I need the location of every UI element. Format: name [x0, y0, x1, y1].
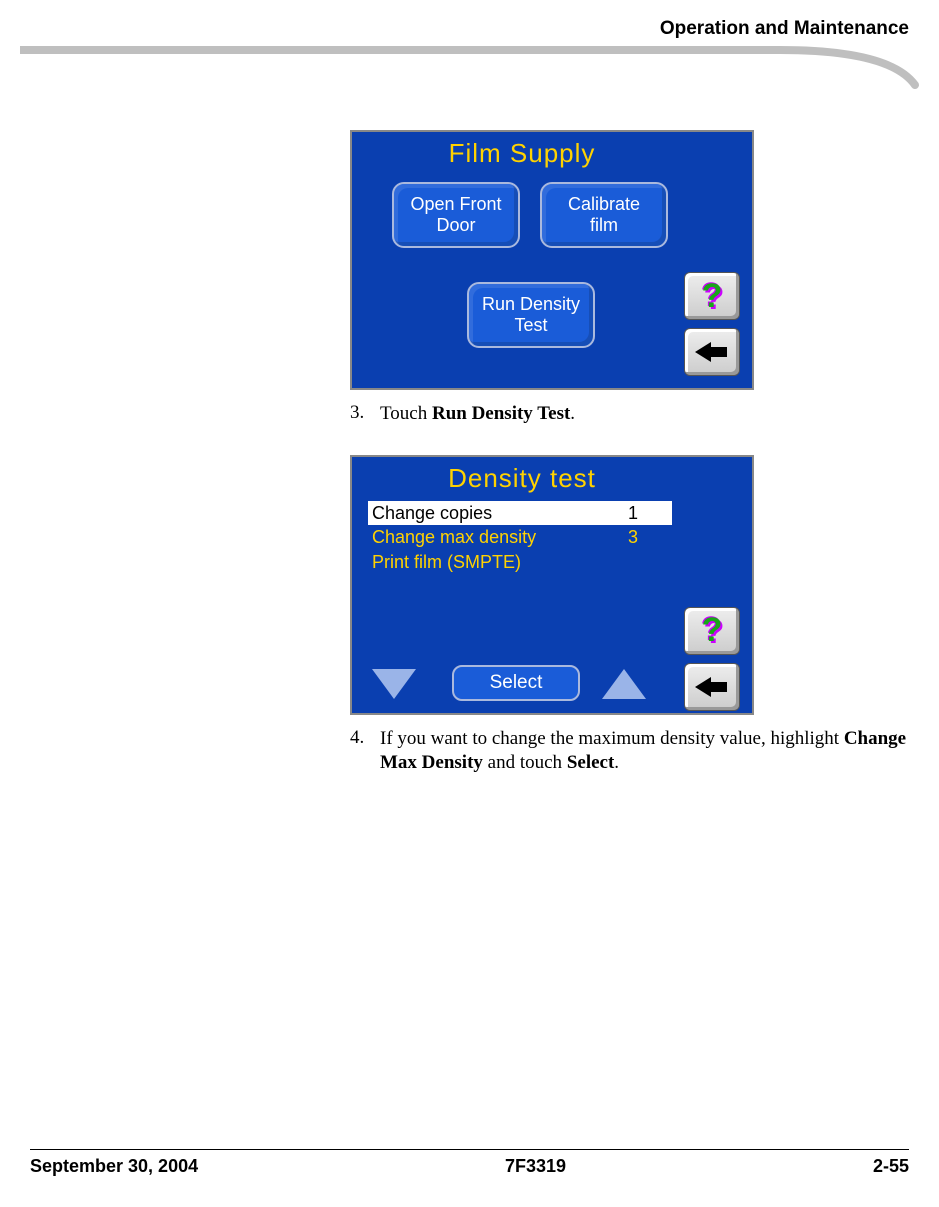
open-front-door-label: Open FrontDoor: [410, 194, 501, 235]
down-arrow-button[interactable]: [372, 669, 416, 699]
calibrate-film-button[interactable]: Calibratefilm: [540, 182, 668, 248]
header-rule-swoosh: [20, 40, 920, 90]
back-button[interactable]: [684, 663, 740, 711]
page-footer: September 30, 2004 7F3319 2-55: [30, 1149, 909, 1177]
open-front-door-button[interactable]: Open FrontDoor: [392, 182, 520, 248]
list-item-change-max-density[interactable]: Change max density 3: [368, 525, 672, 550]
list-value: 1: [628, 502, 668, 525]
list-label: Print film (SMPTE): [372, 551, 521, 574]
up-arrow-button[interactable]: [602, 669, 646, 699]
step-3: 3. Touch Run Density Test.: [350, 402, 910, 427]
calibrate-film-label: Calibratefilm: [568, 194, 640, 235]
density-test-title: Density test: [352, 463, 692, 494]
step-3-body: Touch Run Density Test.: [380, 402, 910, 427]
film-supply-screen: Film Supply Open FrontDoor Calibratefilm…: [350, 130, 754, 390]
help-button[interactable]: ?: [684, 272, 740, 320]
film-supply-title: Film Supply: [352, 138, 692, 169]
step-3-bold: Run Density Test: [432, 403, 570, 424]
footer-page: 2-55: [873, 1156, 909, 1177]
list-label: Change max density: [372, 526, 536, 549]
step-4-pre: If you want to change the maximum densit…: [380, 728, 844, 749]
step-3-pre: Touch: [380, 403, 432, 424]
step-3-post: .: [570, 403, 575, 424]
step-4-bold2: Select: [567, 752, 614, 773]
list-item-print-film-smpte[interactable]: Print film (SMPTE): [368, 550, 672, 575]
step-4-post: .: [614, 752, 619, 773]
section-header: Operation and Maintenance: [660, 18, 909, 40]
help-icon: ?: [702, 277, 723, 316]
select-button[interactable]: Select: [452, 665, 580, 701]
step-4-number: 4.: [350, 727, 370, 776]
run-density-test-button[interactable]: Run DensityTest: [467, 282, 595, 348]
density-test-screen: Density test Change copies 1 Change max …: [350, 455, 754, 715]
footer-docid: 7F3319: [505, 1156, 566, 1177]
footer-date: September 30, 2004: [30, 1156, 198, 1177]
back-arrow-icon: [695, 677, 729, 697]
list-value: 3: [628, 526, 668, 549]
step-4-mid: and touch: [483, 752, 567, 773]
list-value: [638, 551, 668, 574]
back-button[interactable]: [684, 328, 740, 376]
run-density-test-label: Run DensityTest: [482, 294, 580, 335]
step-3-number: 3.: [350, 402, 370, 427]
help-icon: ?: [702, 611, 723, 650]
density-test-list: Change copies 1 Change max density 3 Pri…: [368, 501, 672, 575]
step-4: 4. If you want to change the maximum den…: [350, 727, 910, 776]
select-label: Select: [490, 672, 543, 694]
list-label: Change copies: [372, 502, 492, 525]
back-arrow-icon: [695, 342, 729, 362]
step-4-body: If you want to change the maximum densit…: [380, 727, 910, 776]
help-button[interactable]: ?: [684, 607, 740, 655]
list-item-change-copies[interactable]: Change copies 1: [368, 501, 672, 526]
